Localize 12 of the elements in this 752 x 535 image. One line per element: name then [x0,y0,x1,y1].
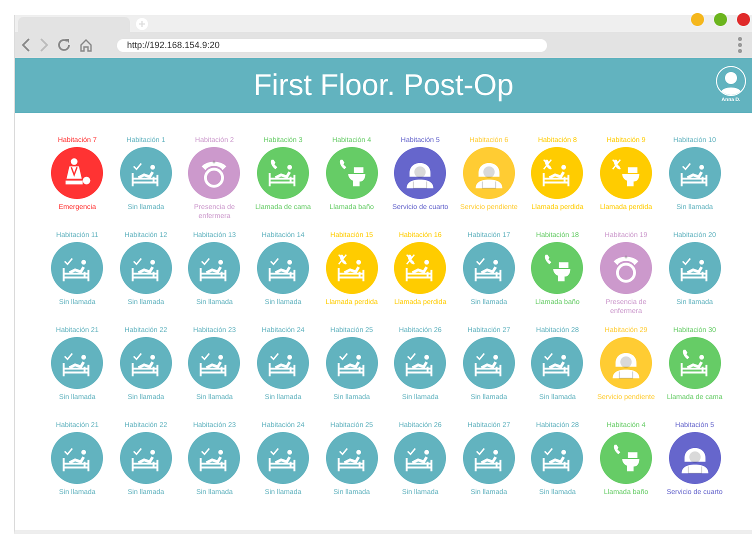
menu-icon[interactable] [738,37,742,53]
user-avatar-icon[interactable] [716,66,746,96]
minimize-icon[interactable] [691,13,704,26]
page-title: First Floor. Post-Op [253,68,514,102]
address-bar[interactable]: http://192.168.154.9:20 [117,38,547,52]
new-tab-icon[interactable] [136,18,148,30]
back-icon[interactable] [21,38,31,52]
maximize-icon[interactable] [714,13,727,26]
reload-icon[interactable] [57,38,71,52]
forward-icon[interactable] [39,38,49,52]
home-icon[interactable] [79,38,93,52]
close-icon[interactable] [737,13,750,26]
